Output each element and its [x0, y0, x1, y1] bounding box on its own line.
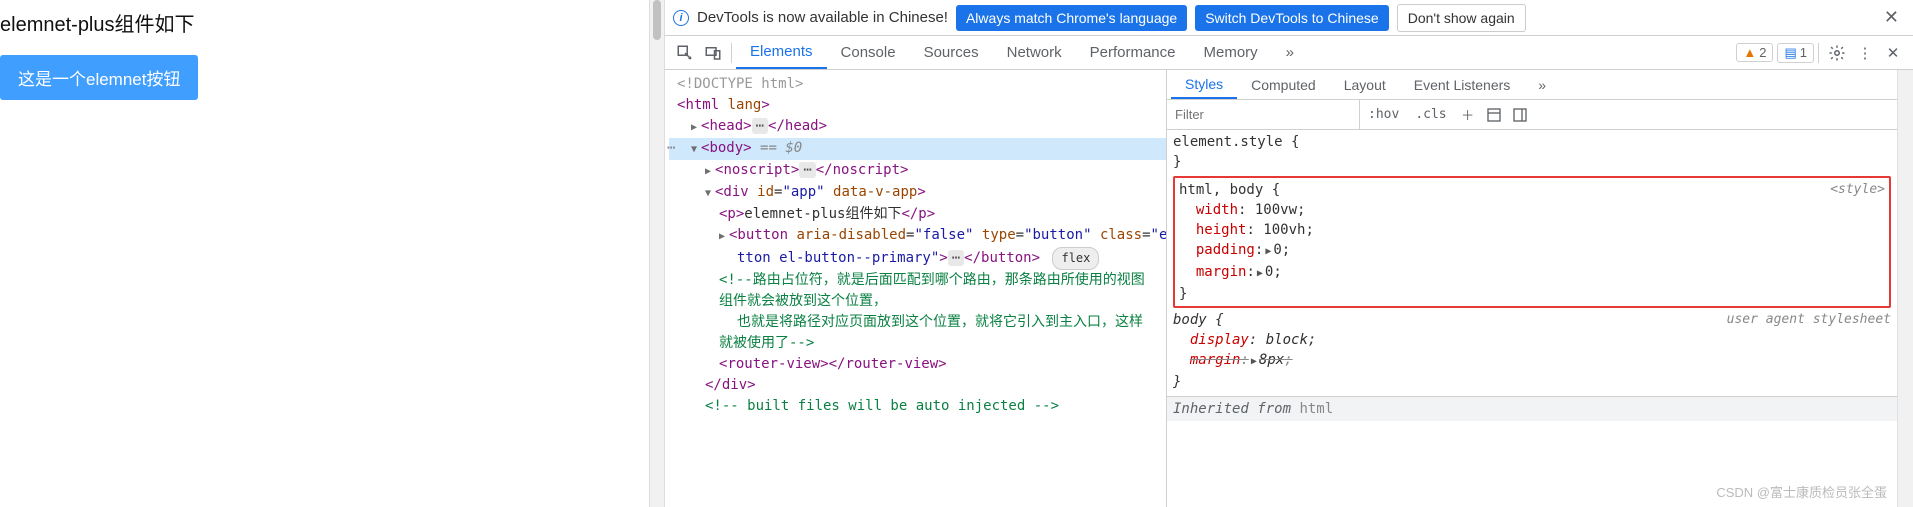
selected-body-row[interactable]: ▼<body> == $0: [669, 138, 1166, 160]
ellipsis-icon[interactable]: ⋯: [948, 250, 964, 266]
tab-sources[interactable]: Sources: [910, 36, 993, 69]
rule-html-body: <style> html, body { width: 100vw; heigh…: [1173, 176, 1891, 308]
doctype: <!DOCTYPE html>: [677, 76, 803, 92]
rule-element-style: element.style {}: [1173, 132, 1891, 172]
tab-network[interactable]: Network: [993, 36, 1076, 69]
ellipsis-icon[interactable]: ⋯: [799, 162, 815, 178]
new-style-icon[interactable]: ＋: [1455, 105, 1481, 124]
webpage-panel: elemnet-plus组件如下 这是一个elemnet按钮: [0, 0, 649, 507]
warning-icon: ▲: [1743, 45, 1756, 60]
flex-badge[interactable]: flex: [1052, 247, 1099, 270]
computed-toggle-icon[interactable]: [1481, 107, 1507, 123]
element-plus-button[interactable]: 这是一个elemnet按钮: [0, 55, 198, 100]
cls-toggle[interactable]: .cls: [1407, 107, 1454, 122]
kebab-icon[interactable]: ⋮: [1851, 39, 1879, 67]
tab-console[interactable]: Console: [827, 36, 910, 69]
infobar-message: DevTools is now available in Chinese!: [697, 9, 948, 26]
ellipsis-icon[interactable]: ⋯: [752, 118, 768, 134]
switch-language-button[interactable]: Switch DevTools to Chinese: [1195, 5, 1389, 31]
expand-icon[interactable]: ▶: [691, 117, 701, 138]
devtools-panel: i DevTools is now available in Chinese! …: [665, 0, 1913, 507]
filter-row: :hov .cls ＋: [1167, 100, 1897, 130]
devtools-close-icon[interactable]: ✕: [1879, 39, 1907, 67]
info-icon: i: [673, 10, 689, 26]
css-rules[interactable]: element.style {} <style> html, body { wi…: [1167, 130, 1897, 507]
rule-body-ua: user agent stylesheet body { display: bl…: [1173, 310, 1891, 392]
sidebar-toggle-icon[interactable]: [1507, 107, 1533, 123]
expand-icon[interactable]: ▶: [719, 226, 729, 247]
always-match-button[interactable]: Always match Chrome's language: [956, 5, 1187, 31]
filter-input[interactable]: [1167, 100, 1360, 129]
page-title: elemnet-plus组件如下: [0, 8, 649, 37]
styles-panel: Styles Computed Layout Event Listeners »…: [1167, 70, 1897, 507]
scrollbar[interactable]: [1897, 70, 1913, 507]
dont-show-button[interactable]: Don't show again: [1397, 4, 1526, 32]
tabs-more-icon[interactable]: »: [1272, 36, 1308, 69]
expand-shorthand-icon[interactable]: ▶: [1257, 264, 1263, 284]
settings-icon[interactable]: [1823, 39, 1851, 67]
tab-performance[interactable]: Performance: [1076, 36, 1190, 69]
collapse-icon[interactable]: ▼: [705, 183, 715, 204]
expand-shorthand-icon[interactable]: ▶: [1265, 242, 1271, 262]
splitter[interactable]: [649, 0, 665, 507]
message-icon: ▤: [1784, 45, 1796, 61]
subtab-computed[interactable]: Computed: [1237, 70, 1330, 99]
hov-toggle[interactable]: :hov: [1360, 107, 1407, 122]
styles-subtabs: Styles Computed Layout Event Listeners »: [1167, 70, 1897, 100]
inherited-from-row: Inherited from html: [1167, 396, 1897, 421]
dom-tree[interactable]: <!DOCTYPE html> <html lang> ▶<head>⋯</he…: [665, 70, 1167, 507]
close-icon[interactable]: ✕: [1878, 7, 1905, 28]
subtab-layout[interactable]: Layout: [1330, 70, 1400, 99]
expand-icon[interactable]: ▶: [705, 161, 715, 182]
devtools-tabs: Elements Console Sources Network Perform…: [665, 36, 1913, 70]
tab-memory[interactable]: Memory: [1190, 36, 1272, 69]
warnings-badge[interactable]: ▲2: [1736, 43, 1773, 62]
subtab-listeners[interactable]: Event Listeners: [1400, 70, 1525, 99]
subtabs-more-icon[interactable]: »: [1524, 70, 1560, 99]
messages-badge[interactable]: ▤1: [1777, 43, 1814, 63]
subtab-styles[interactable]: Styles: [1171, 70, 1237, 99]
device-toggle-icon[interactable]: [699, 39, 727, 67]
infobar: i DevTools is now available in Chinese! …: [665, 0, 1913, 36]
inspect-icon[interactable]: [671, 39, 699, 67]
collapse-icon[interactable]: ▼: [691, 139, 701, 160]
watermark: CSDN @富士康质检员张全蛋: [1716, 483, 1887, 503]
tab-elements[interactable]: Elements: [736, 36, 827, 69]
